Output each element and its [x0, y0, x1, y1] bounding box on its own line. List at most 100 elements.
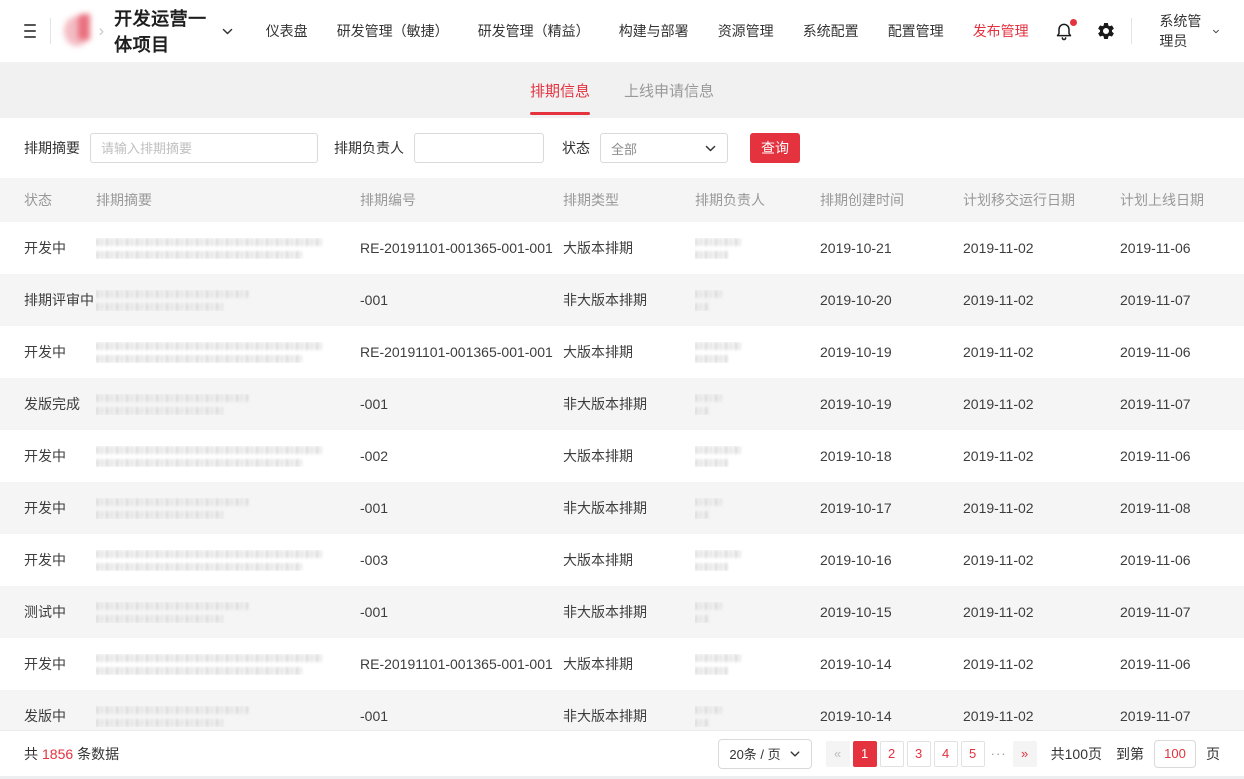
redacted-text — [96, 602, 248, 610]
tab[interactable]: 排期信息 — [530, 62, 590, 118]
search-button[interactable]: 查询 — [750, 133, 800, 163]
redacted-text — [695, 446, 741, 454]
owner-filter-input[interactable] — [414, 133, 544, 163]
page-button[interactable]: 1 — [853, 741, 877, 767]
cell-owner — [695, 654, 820, 675]
goto-suffix-label: 页 — [1206, 744, 1220, 764]
nav-item[interactable]: 发布管理 — [973, 21, 1029, 41]
table-row[interactable]: 发版中-001非大版本排期2019-10-142019-11-022019-11… — [0, 690, 1244, 730]
total-pages-label: 共100页 — [1051, 744, 1102, 764]
redacted-summary — [96, 706, 360, 727]
cell-status: 发版完成 — [24, 394, 96, 414]
chevron-down-icon[interactable] — [221, 25, 234, 38]
column-header: 排期类型 — [563, 190, 695, 210]
nav-item[interactable]: 研发管理（敏捷） — [337, 21, 449, 41]
goto-page: 到第 页 — [1116, 740, 1220, 768]
chevron-right-icon: › — [98, 21, 104, 41]
status-select-value: 全部 — [611, 139, 637, 158]
hamburger-icon[interactable] — [24, 24, 36, 38]
pagination-pages: «12345···» — [826, 741, 1037, 767]
redacted-summary — [96, 602, 360, 623]
nav-item[interactable]: 研发管理（精益） — [478, 21, 590, 41]
gear-icon[interactable] — [1095, 20, 1117, 42]
bell-icon[interactable] — [1053, 20, 1075, 42]
user-menu[interactable]: 系统管理员 — [1159, 11, 1220, 51]
page-button[interactable]: 5 — [961, 741, 985, 767]
table-row[interactable]: 测试中-001非大版本排期2019-10-152019-11-022019-11… — [0, 586, 1244, 638]
tab[interactable]: 上线申请信息 — [624, 62, 714, 118]
nav-item[interactable]: 构建与部署 — [619, 21, 689, 41]
redacted-owner — [695, 550, 820, 571]
cell-online: 2019-11-06 — [1120, 448, 1244, 464]
next-page-button[interactable]: » — [1013, 741, 1037, 767]
cell-type: 大版本排期 — [563, 446, 695, 466]
cell-created: 2019-10-14 — [820, 708, 963, 724]
cell-handover: 2019-11-02 — [963, 708, 1120, 724]
prev-page-button[interactable]: « — [826, 741, 850, 767]
goto-page-input[interactable] — [1154, 740, 1196, 768]
redacted-text — [96, 719, 226, 727]
nav-item[interactable]: 配置管理 — [888, 21, 944, 41]
nav-item[interactable]: 仪表盘 — [266, 21, 308, 41]
redacted-text — [96, 394, 248, 402]
cell-summary — [96, 290, 360, 311]
redacted-text — [695, 303, 710, 311]
status-filter-label: 状态 — [562, 138, 590, 158]
redacted-text — [695, 563, 728, 571]
redacted-text — [96, 355, 302, 363]
summary-filter-label: 排期摘要 — [24, 138, 80, 158]
cell-status: 发版中 — [24, 706, 96, 726]
cell-online: 2019-11-06 — [1120, 240, 1244, 256]
table-row[interactable]: 开发中-001非大版本排期2019-10-172019-11-022019-11… — [0, 482, 1244, 534]
cell-status: 开发中 — [24, 446, 96, 466]
table-row[interactable]: 开发中RE-20191101-001365-001-001大版本排期2019-1… — [0, 222, 1244, 274]
redacted-text — [96, 706, 248, 714]
table-header: 状态排期摘要排期编号排期类型排期负责人排期创建时间计划移交运行日期计划上线日期 — [0, 178, 1244, 222]
page-size-select[interactable]: 20条 / 页 — [718, 739, 811, 769]
total-count-text: 共1856条数据 — [24, 744, 119, 764]
app-logo[interactable] — [64, 13, 90, 49]
status-select[interactable]: 全部 — [600, 133, 728, 163]
page-button[interactable]: 4 — [934, 741, 958, 767]
redacted-text — [695, 459, 728, 467]
cell-code: -001 — [360, 292, 563, 308]
summary-filter-input[interactable] — [90, 133, 318, 163]
cell-created: 2019-10-14 — [820, 656, 963, 672]
pagination: 20条 / 页 «12345···» 共100页 到第 页 — [718, 739, 1220, 769]
redacted-summary — [96, 394, 360, 415]
page-button[interactable]: 3 — [907, 741, 931, 767]
redacted-text — [96, 550, 322, 558]
table-row[interactable]: 开发中RE-20191101-001365-001-001大版本排期2019-1… — [0, 638, 1244, 690]
cell-summary — [96, 602, 360, 623]
filter-bar: 排期摘要 排期负责人 状态 全部 查询 — [0, 118, 1244, 178]
more-pages-ellipsis: ··· — [988, 746, 1010, 761]
redacted-text — [96, 342, 322, 350]
page-button[interactable]: 2 — [880, 741, 904, 767]
redacted-text — [96, 407, 226, 415]
table-row[interactable]: 开发中RE-20191101-001365-001-001大版本排期2019-1… — [0, 326, 1244, 378]
redacted-summary — [96, 290, 360, 311]
cell-summary — [96, 238, 360, 259]
cell-handover: 2019-11-02 — [963, 552, 1120, 568]
table-row[interactable]: 发版完成-001非大版本排期2019-10-192019-11-022019-1… — [0, 378, 1244, 430]
cell-created: 2019-10-18 — [820, 448, 963, 464]
column-header: 状态 — [24, 190, 96, 210]
cell-created: 2019-10-21 — [820, 240, 963, 256]
redacted-owner — [695, 394, 820, 415]
redacted-text — [96, 459, 302, 467]
table-row[interactable]: 开发中-003大版本排期2019-10-162019-11-022019-11-… — [0, 534, 1244, 586]
nav-item[interactable]: 资源管理 — [718, 21, 774, 41]
table-row[interactable]: 开发中-002大版本排期2019-10-182019-11-022019-11-… — [0, 430, 1244, 482]
cell-status: 开发中 — [24, 550, 96, 570]
redacted-text — [96, 563, 302, 571]
app-window: › 开发运营一体项目 仪表盘研发管理（敏捷）研发管理（精益）构建与部署资源管理系… — [0, 0, 1244, 779]
table-row[interactable]: 排期评审中-001非大版本排期2019-10-202019-11-022019-… — [0, 274, 1244, 326]
cell-status: 测试中 — [24, 602, 96, 622]
cell-status: 开发中 — [24, 498, 96, 518]
goto-prefix-label: 到第 — [1116, 744, 1144, 764]
cell-handover: 2019-11-02 — [963, 344, 1120, 360]
nav-item[interactable]: 系统配置 — [803, 21, 859, 41]
cell-summary — [96, 498, 360, 519]
redacted-summary — [96, 446, 360, 467]
cell-handover: 2019-11-02 — [963, 292, 1120, 308]
